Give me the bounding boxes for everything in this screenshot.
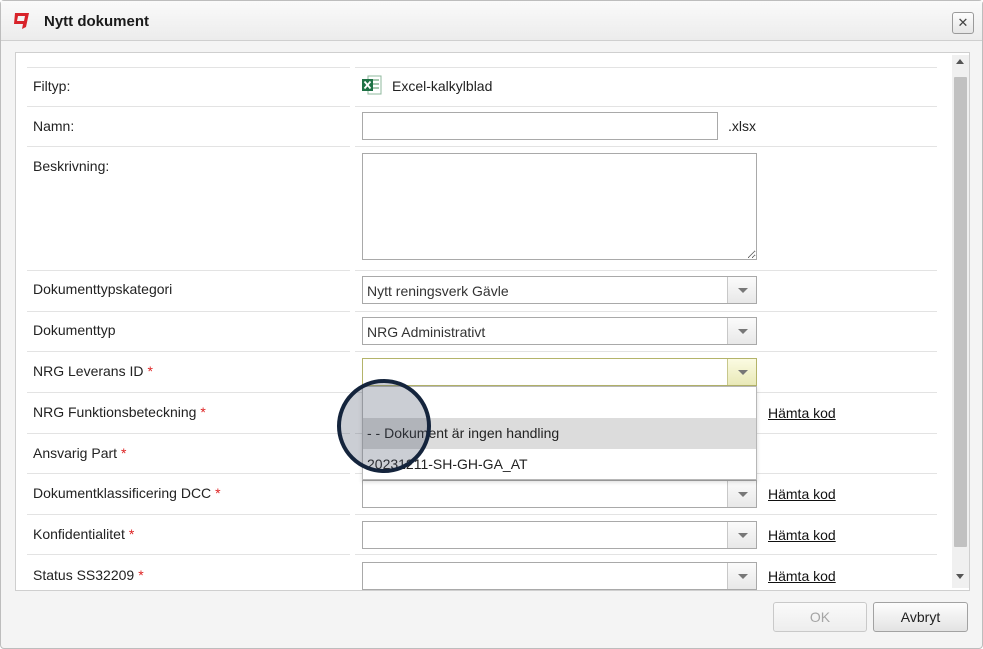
vertical-scrollbar[interactable] [952, 55, 969, 588]
row-divider [355, 146, 937, 147]
close-button[interactable]: ✕ [952, 12, 974, 34]
doc-type-category-value: Nytt reningsverk Gävle [367, 283, 509, 299]
required-marker: * [138, 567, 144, 583]
row-divider [27, 270, 350, 271]
status-label-text: Status SS32209 [33, 567, 135, 583]
cancel-button[interactable]: Avbryt [873, 602, 968, 632]
chevron-down-icon [738, 329, 748, 334]
row-divider [355, 311, 937, 312]
responsible-party-label-text: Ansvarig Part [33, 445, 118, 461]
row-divider [27, 514, 350, 515]
dropdown-trigger[interactable] [727, 522, 756, 548]
row-divider [355, 270, 937, 271]
row-divider [355, 351, 937, 352]
status-select[interactable] [362, 562, 757, 590]
row-divider [27, 311, 350, 312]
name-label: Namn: [33, 118, 75, 134]
dialog-title: Nytt dokument [44, 13, 149, 30]
doc-type-label: Dokumenttyp [33, 322, 116, 338]
dropdown-trigger[interactable] [727, 318, 756, 344]
status-label: Status SS32209 * [33, 567, 144, 583]
doc-classification-label-text: Dokumentklassificering DCC [33, 485, 212, 501]
required-marker: * [121, 445, 127, 461]
responsible-party-label: Ansvarig Part * [33, 445, 127, 461]
doc-type-category-label: Dokumenttypskategori [33, 281, 173, 297]
delivery-id-select[interactable] [362, 358, 757, 386]
dropdown-empty-option[interactable] [363, 387, 756, 417]
required-marker: * [147, 363, 153, 379]
function-code-label-text: NRG Funktionsbeteckning [33, 404, 197, 420]
app-logo-icon [14, 13, 29, 29]
chevron-down-icon [738, 492, 748, 497]
confidentiality-fetch-link[interactable]: Hämta kod [768, 527, 836, 543]
doc-type-category-select[interactable]: Nytt reningsverk Gävle [362, 276, 757, 304]
ok-button[interactable]: OK [773, 602, 867, 632]
dropdown-trigger[interactable] [727, 563, 756, 589]
required-marker: * [215, 485, 221, 501]
scrollbar-thumb[interactable] [954, 77, 967, 547]
row-divider [27, 473, 350, 474]
required-marker: * [128, 526, 135, 542]
dropdown-trigger[interactable] [727, 277, 756, 303]
row-divider [27, 146, 350, 147]
description-label: Beskrivning: [33, 158, 110, 174]
dropdown-trigger[interactable] [727, 481, 756, 507]
row-divider [355, 554, 937, 555]
name-input[interactable] [362, 112, 718, 140]
new-document-dialog: Nytt dokument ✕ Filtyp: Excel-kalkylblad… [0, 0, 983, 649]
filetype-value: Excel-kalkylblad [392, 78, 493, 94]
chevron-down-icon [738, 574, 748, 579]
scroll-up-icon[interactable] [956, 59, 964, 64]
row-divider [355, 106, 937, 107]
row-divider [27, 351, 350, 352]
close-icon: ✕ [957, 15, 969, 30]
confidentiality-select[interactable] [362, 521, 757, 549]
row-divider [27, 67, 350, 68]
doc-classification-fetch-link[interactable]: Hämta kod [768, 486, 836, 502]
chevron-down-icon [738, 370, 748, 375]
confidentiality-label: Konfidentialitet * [33, 526, 134, 542]
row-divider [27, 554, 350, 555]
row-divider [355, 514, 937, 515]
row-divider [355, 67, 937, 68]
doc-type-value: NRG Administrativt [367, 324, 486, 340]
dialog-titlebar: Nytt dokument ✕ [1, 1, 982, 41]
dropdown-option[interactable]: 20231211-SH-GH-GA_AT [363, 449, 756, 480]
required-marker: * [200, 404, 206, 420]
function-code-fetch-link[interactable]: Hämta kod [768, 405, 836, 421]
chevron-down-icon [738, 288, 748, 293]
confidentiality-label-text: Konfidentialitet [33, 526, 125, 542]
form-panel: Filtyp: Excel-kalkylblad Namn: .xlsx Bes… [15, 52, 970, 591]
delivery-id-dropdown-list: - - Dokument är ingen handling 20231211-… [362, 386, 757, 480]
status-fetch-link[interactable]: Hämta kod [768, 568, 836, 584]
chevron-down-icon [738, 533, 748, 538]
doc-classification-select[interactable] [362, 480, 757, 508]
filetype-label: Filtyp: [33, 78, 71, 94]
row-divider [27, 392, 350, 393]
function-code-label: NRG Funktionsbeteckning * [33, 404, 206, 420]
doc-type-select[interactable]: NRG Administrativt [362, 317, 757, 345]
dropdown-option[interactable]: - - Dokument är ingen handling [363, 418, 756, 449]
delivery-id-label-text: NRG Leverans ID [33, 363, 144, 379]
delivery-id-label: NRG Leverans ID * [33, 363, 153, 379]
doc-classification-label: Dokumentklassificering DCC * [33, 485, 221, 501]
excel-icon [362, 75, 382, 95]
scroll-down-icon[interactable] [956, 574, 964, 579]
row-divider [27, 106, 350, 107]
file-extension: .xlsx [728, 118, 756, 134]
description-textarea[interactable] [362, 153, 757, 260]
dropdown-trigger[interactable] [727, 359, 756, 385]
row-divider [27, 433, 350, 434]
